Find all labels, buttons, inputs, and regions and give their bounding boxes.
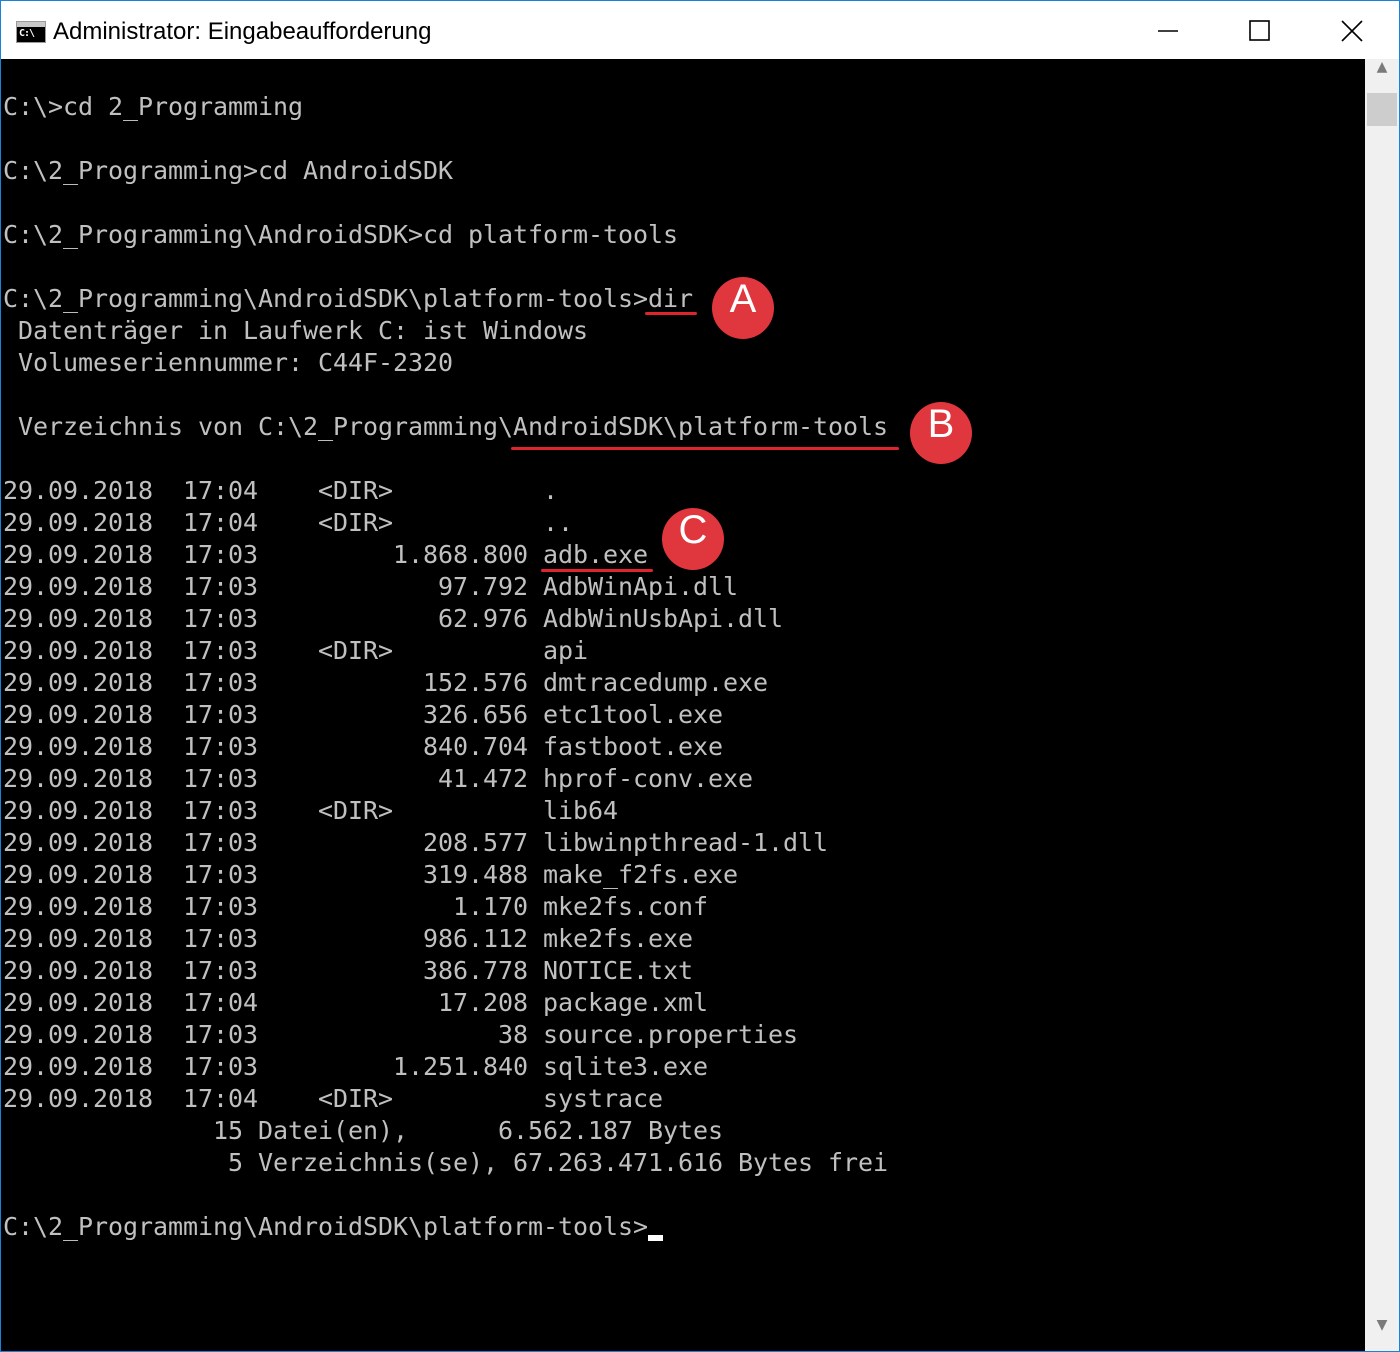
console-line: C:\2_Programming\AndroidSDK\platform-too… xyxy=(3,1212,649,1241)
scroll-down-arrow-icon[interactable]: ▼ xyxy=(1365,1317,1399,1351)
console-line: 29.09.2018 17:03 41.472 hprof-conv.exe xyxy=(3,764,754,793)
console-line: 29.09.2018 17:04 <DIR> . xyxy=(3,476,559,505)
console-line: 29.09.2018 17:03 208.577 libwinpthread-1… xyxy=(3,828,829,857)
console-line: C:\2_Programming\AndroidSDK\platform-too… xyxy=(3,284,694,313)
console-line: 29.09.2018 17:04 <DIR> systrace xyxy=(3,1084,664,1113)
close-icon xyxy=(1341,20,1363,42)
console-line: Datenträger in Laufwerk C: ist Windows xyxy=(18,316,589,345)
console-line: 29.09.2018 17:03 <DIR> lib64 xyxy=(3,796,619,825)
minimize-icon xyxy=(1158,30,1178,32)
console-line: C:\2_Programming>cd AndroidSDK xyxy=(3,156,454,185)
console-line: 29.09.2018 17:03 152.576 dmtracedump.exe xyxy=(3,668,769,697)
console-line: Volumeseriennummer: C44F-2320 xyxy=(18,348,454,377)
console-line: 29.09.2018 17:03 1.251.840 sqlite3.exe xyxy=(3,1052,709,1081)
annotation-badge-b: B xyxy=(910,402,972,464)
maximize-icon xyxy=(1249,20,1270,41)
close-button[interactable] xyxy=(1307,1,1399,59)
maximize-button[interactable] xyxy=(1215,1,1307,59)
scroll-up-arrow-icon[interactable]: ▲ xyxy=(1365,59,1399,93)
window-title: Administrator: Eingabeaufforderung xyxy=(53,18,432,45)
console-line: 5 Verzeichnis(se), 67.263.471.616 Bytes … xyxy=(228,1148,889,1177)
console-line: Verzeichnis von C:\2_Programming\Android… xyxy=(18,412,889,441)
console-line: 29.09.2018 17:04 <DIR> .. xyxy=(3,508,574,537)
console-line: 29.09.2018 17:03 840.704 fastboot.exe xyxy=(3,732,724,761)
console-line: 29.09.2018 17:03 38 source.properties xyxy=(3,1020,799,1049)
scroll-thumb[interactable] xyxy=(1367,93,1397,126)
console-window: C:\ Administrator: Eingabeaufforderung A… xyxy=(0,0,1400,1352)
title-bar[interactable]: C:\ Administrator: Eingabeaufforderung xyxy=(1,1,1399,59)
console-line: 29.09.2018 17:03 326.656 etc1tool.exe xyxy=(3,700,724,729)
vertical-scrollbar[interactable]: ▲ ▼ xyxy=(1365,59,1399,1351)
console-line: 29.09.2018 17:03 1.868.800 adb.exe xyxy=(3,540,649,569)
annotation-underline-b xyxy=(511,447,899,450)
console-line: 29.09.2018 17:03 97.792 AdbWinApi.dll xyxy=(3,572,739,601)
console-line: C:\>cd 2_Programming xyxy=(3,92,304,121)
console-line: C:\2_Programming\AndroidSDK>cd platform-… xyxy=(3,220,679,249)
console-line: 29.09.2018 17:04 17.208 package.xml xyxy=(3,988,709,1017)
minimize-button[interactable] xyxy=(1123,1,1215,59)
annotation-badge-c: C xyxy=(662,508,724,570)
console-line: 29.09.2018 17:03 <DIR> api xyxy=(3,636,589,665)
console-line: 29.09.2018 17:03 62.976 AdbWinUsbApi.dll xyxy=(3,604,784,633)
console-line: 29.09.2018 17:03 319.488 make_f2fs.exe xyxy=(3,860,739,889)
console-line: 15 Datei(en), 6.562.187 Bytes xyxy=(213,1116,724,1145)
console-line: 29.09.2018 17:03 1.170 mke2fs.conf xyxy=(3,892,709,921)
cmd-icon[interactable]: C:\ xyxy=(16,21,46,43)
text-cursor xyxy=(648,1235,663,1241)
cmd-icon-text: C:\ xyxy=(19,28,35,39)
console-line: 29.09.2018 17:03 986.112 mke2fs.exe xyxy=(3,924,694,953)
console-output[interactable]: A B C C:\>cd 2_Programming C:\2_Programmi… xyxy=(1,59,1365,1351)
console-line: 29.09.2018 17:03 386.778 NOTICE.txt xyxy=(3,956,694,985)
annotation-badge-a: A xyxy=(712,277,774,339)
